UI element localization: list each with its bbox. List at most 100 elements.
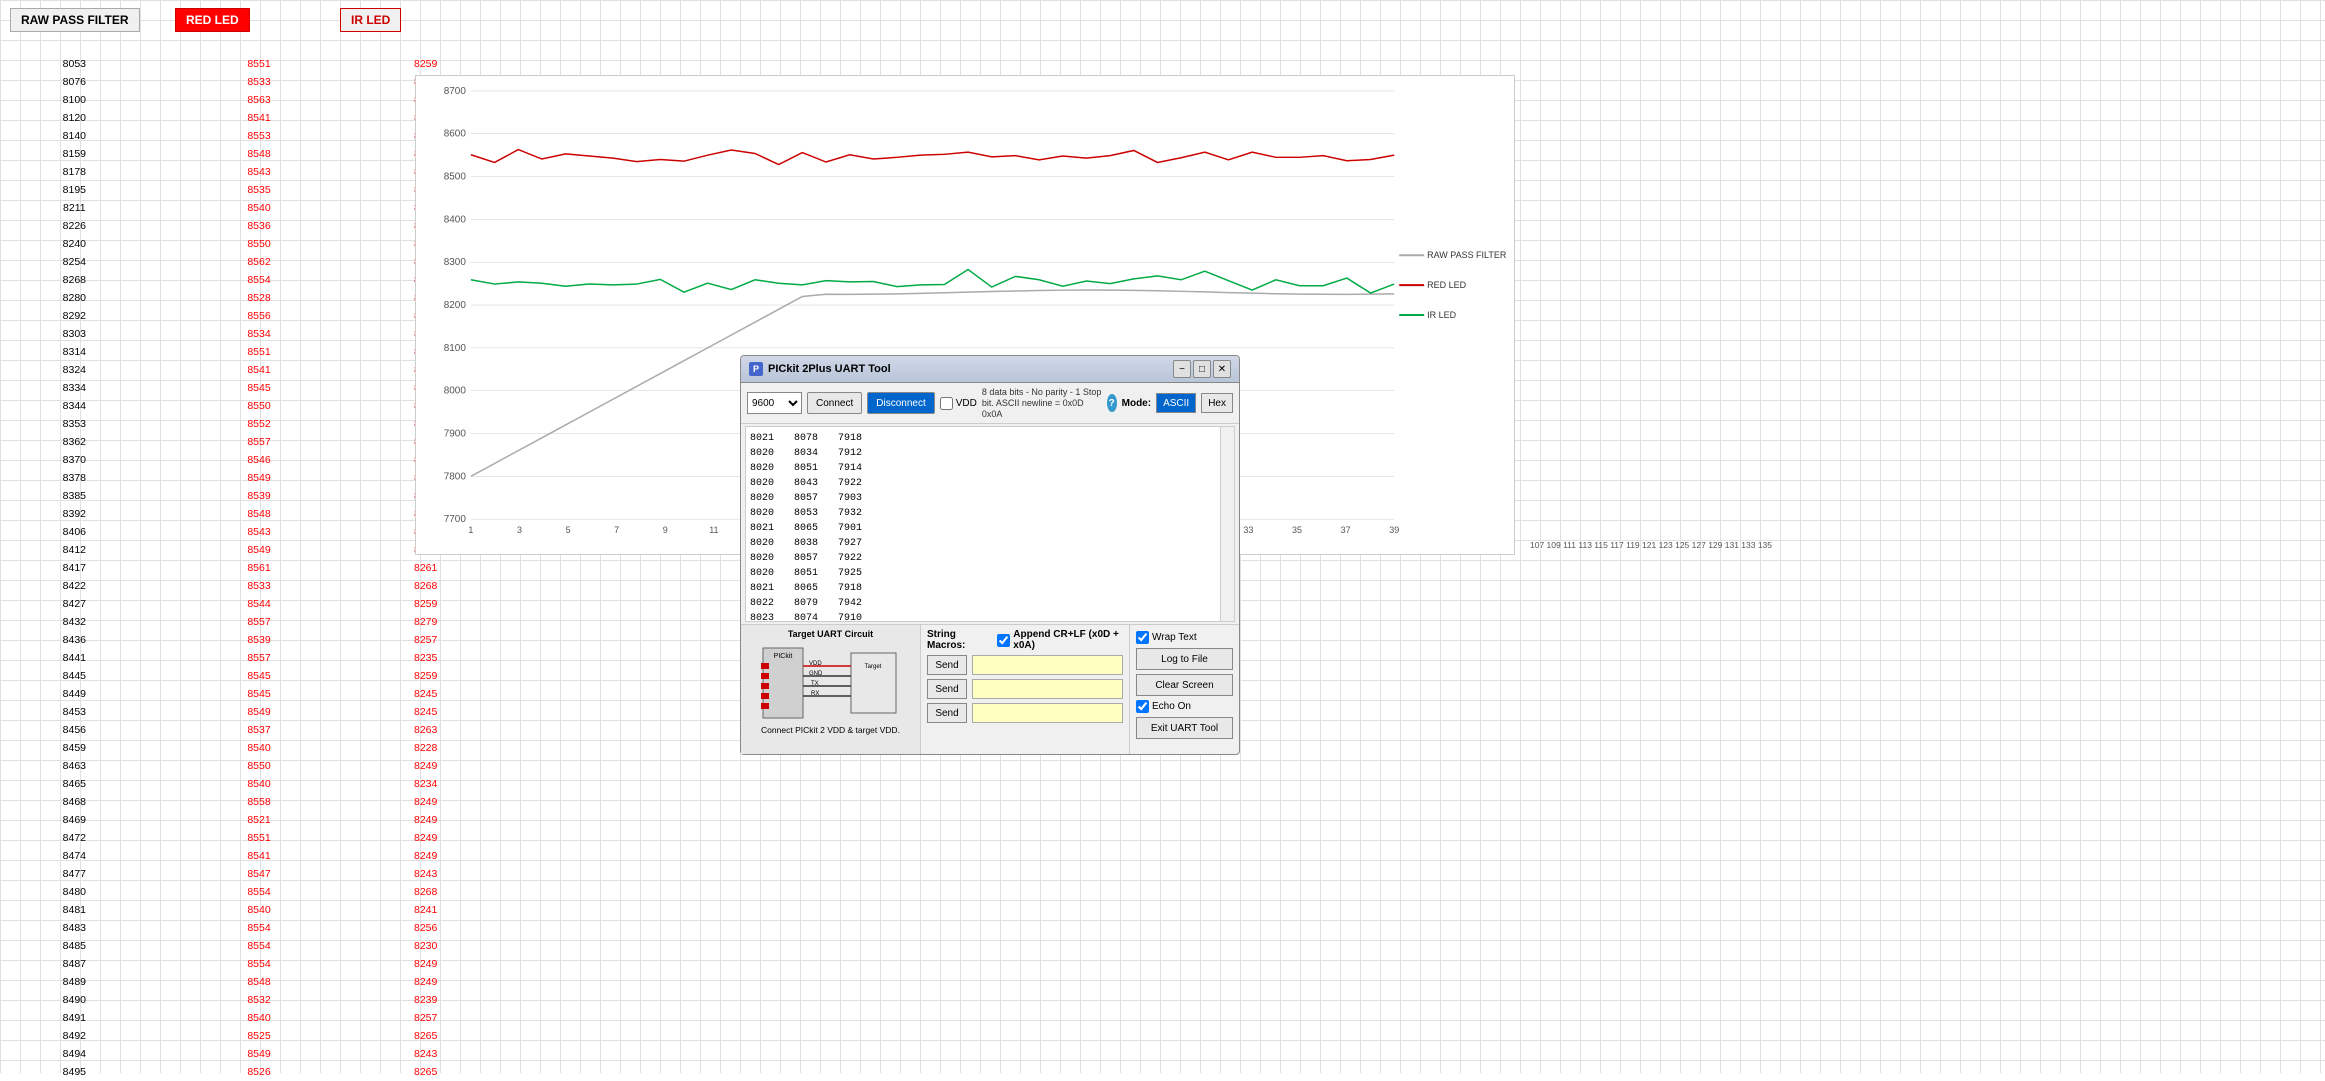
dialog-controls[interactable]: − □ ✕ bbox=[1173, 360, 1231, 378]
table-row: 8249 bbox=[351, 829, 500, 847]
table-row: 8334 bbox=[0, 379, 149, 397]
string-macros-label: String Macros: bbox=[927, 629, 987, 651]
table-row: 8549 bbox=[185, 703, 334, 721]
table-row: 8465 bbox=[0, 775, 149, 793]
table-row: 8521 bbox=[185, 811, 334, 829]
append-crlf-text: Append CR+LF (x0D + x0A) bbox=[1013, 629, 1123, 651]
vdd-checkbox[interactable] bbox=[940, 397, 953, 410]
svg-text:35: 35 bbox=[1292, 525, 1302, 535]
table-row: 8554 bbox=[185, 883, 334, 901]
send-button-3[interactable]: Send bbox=[927, 703, 967, 723]
list-item: 802080387927 bbox=[750, 536, 1230, 551]
dialog-title-text: PICkit 2Plus UART Tool bbox=[768, 363, 891, 375]
table-row: 8474 bbox=[0, 847, 149, 865]
table-row: 8547 bbox=[185, 865, 334, 883]
connect-button[interactable]: Connect bbox=[807, 392, 862, 414]
table-row: 8480 bbox=[0, 883, 149, 901]
table-row: 8534 bbox=[185, 325, 334, 343]
table-row: 8249 bbox=[351, 793, 500, 811]
table-row: 8241 bbox=[351, 901, 500, 919]
wrap-text-label[interactable]: Wrap Text bbox=[1136, 631, 1233, 644]
vdd-checkbox-label[interactable]: VDD bbox=[940, 397, 977, 410]
table-row: 8489 bbox=[0, 973, 149, 991]
table-row: 8436 bbox=[0, 631, 149, 649]
table-row: 8545 bbox=[185, 379, 334, 397]
table-row: 8557 bbox=[185, 649, 334, 667]
table-row: 8243 bbox=[351, 865, 500, 883]
raw-column: 8053807681008120814081598178819582118226… bbox=[0, 55, 149, 1081]
table-row: 8243 bbox=[351, 1045, 500, 1063]
table-row: 8249 bbox=[351, 955, 500, 973]
table-row: 8292 bbox=[0, 307, 149, 325]
hex-mode-button[interactable]: Hex bbox=[1201, 393, 1233, 413]
table-row: 8195 bbox=[0, 181, 149, 199]
macro-input-1[interactable] bbox=[972, 655, 1123, 675]
table-row: 8546 bbox=[185, 451, 334, 469]
append-crlf-checkbox[interactable] bbox=[997, 634, 1010, 647]
data-scrollbar[interactable] bbox=[1220, 427, 1234, 621]
table-row: 8541 bbox=[185, 109, 334, 127]
table-row: 8537 bbox=[185, 721, 334, 739]
table-row: 8240 bbox=[0, 235, 149, 253]
echo-on-label[interactable]: Echo On bbox=[1136, 700, 1233, 713]
disconnect-button[interactable]: Disconnect bbox=[867, 392, 934, 414]
minimize-button[interactable]: − bbox=[1173, 360, 1191, 378]
table-row: 8543 bbox=[185, 523, 334, 541]
uart-dialog: P PICkit 2Plus UART Tool − □ ✕ 9600 1152… bbox=[740, 355, 1240, 755]
svg-text:37: 37 bbox=[1341, 525, 1351, 535]
macro-input-2[interactable] bbox=[972, 679, 1123, 699]
svg-text:7800: 7800 bbox=[444, 471, 467, 482]
dialog-title: P PICkit 2Plus UART Tool bbox=[749, 362, 891, 376]
list-item: 802180787918 bbox=[750, 431, 1230, 446]
table-row: 8494 bbox=[0, 1045, 149, 1063]
table-row: 8268 bbox=[0, 271, 149, 289]
table-row: 8540 bbox=[185, 1009, 334, 1027]
ascii-mode-button[interactable]: ASCII bbox=[1156, 393, 1196, 413]
table-row: 8449 bbox=[0, 685, 149, 703]
ir-led-label: IR LED bbox=[340, 8, 401, 32]
table-row: 8378 bbox=[0, 469, 149, 487]
mode-label: Mode: bbox=[1122, 398, 1151, 409]
table-row: 8557 bbox=[185, 433, 334, 451]
table-row: 8540 bbox=[185, 901, 334, 919]
svg-text:8200: 8200 bbox=[444, 300, 467, 311]
dialog-toolbar: 9600 115200 38400 Connect Disconnect VDD… bbox=[741, 383, 1239, 424]
send-button-1[interactable]: Send bbox=[927, 655, 967, 675]
log-to-file-button[interactable]: Log to File bbox=[1136, 648, 1233, 670]
append-crlf-label[interactable]: Append CR+LF (x0D + x0A) bbox=[997, 629, 1123, 651]
table-row: 8526 bbox=[185, 1063, 334, 1081]
baud-rate-select[interactable]: 9600 115200 38400 bbox=[747, 392, 802, 414]
echo-on-checkbox[interactable] bbox=[1136, 700, 1149, 713]
table-row: 8249 bbox=[351, 757, 500, 775]
table-row: 8477 bbox=[0, 865, 149, 883]
close-button[interactable]: ✕ bbox=[1213, 360, 1231, 378]
send-button-2[interactable]: Send bbox=[927, 679, 967, 699]
table-row: 8541 bbox=[185, 847, 334, 865]
table-row: 8353 bbox=[0, 415, 149, 433]
table-row: 8427 bbox=[0, 595, 149, 613]
table-row: 8539 bbox=[185, 631, 334, 649]
table-row: 8245 bbox=[351, 685, 500, 703]
table-row: 8541 bbox=[185, 361, 334, 379]
dialog-bottom: Target UART Circuit PICkit Target bbox=[741, 624, 1239, 754]
table-row: 8549 bbox=[185, 1045, 334, 1063]
table-row: 8548 bbox=[185, 505, 334, 523]
macro-row-2: Send bbox=[927, 679, 1123, 699]
wrap-text-checkbox[interactable] bbox=[1136, 631, 1149, 644]
svg-text:7: 7 bbox=[614, 525, 619, 535]
table-row: 8558 bbox=[185, 793, 334, 811]
clear-screen-button[interactable]: Clear Screen bbox=[1136, 674, 1233, 696]
table-row: 8344 bbox=[0, 397, 149, 415]
macro-input-3[interactable] bbox=[972, 703, 1123, 723]
svg-text:8700: 8700 bbox=[444, 86, 467, 97]
baud-info: 8 data bits - No parity - 1 Stop bit. AS… bbox=[982, 387, 1102, 419]
maximize-button[interactable]: □ bbox=[1193, 360, 1211, 378]
list-item: 802080517925 bbox=[750, 566, 1230, 581]
table-row: 8495 bbox=[0, 1063, 149, 1081]
table-row: 8254 bbox=[0, 253, 149, 271]
exit-uart-button[interactable]: Exit UART Tool bbox=[1136, 717, 1233, 739]
table-row: 8314 bbox=[0, 343, 149, 361]
table-row: 8554 bbox=[185, 955, 334, 973]
uart-data-display: 8021807879188020803479128020805179148020… bbox=[745, 426, 1235, 622]
help-button[interactable]: ? bbox=[1107, 394, 1117, 412]
